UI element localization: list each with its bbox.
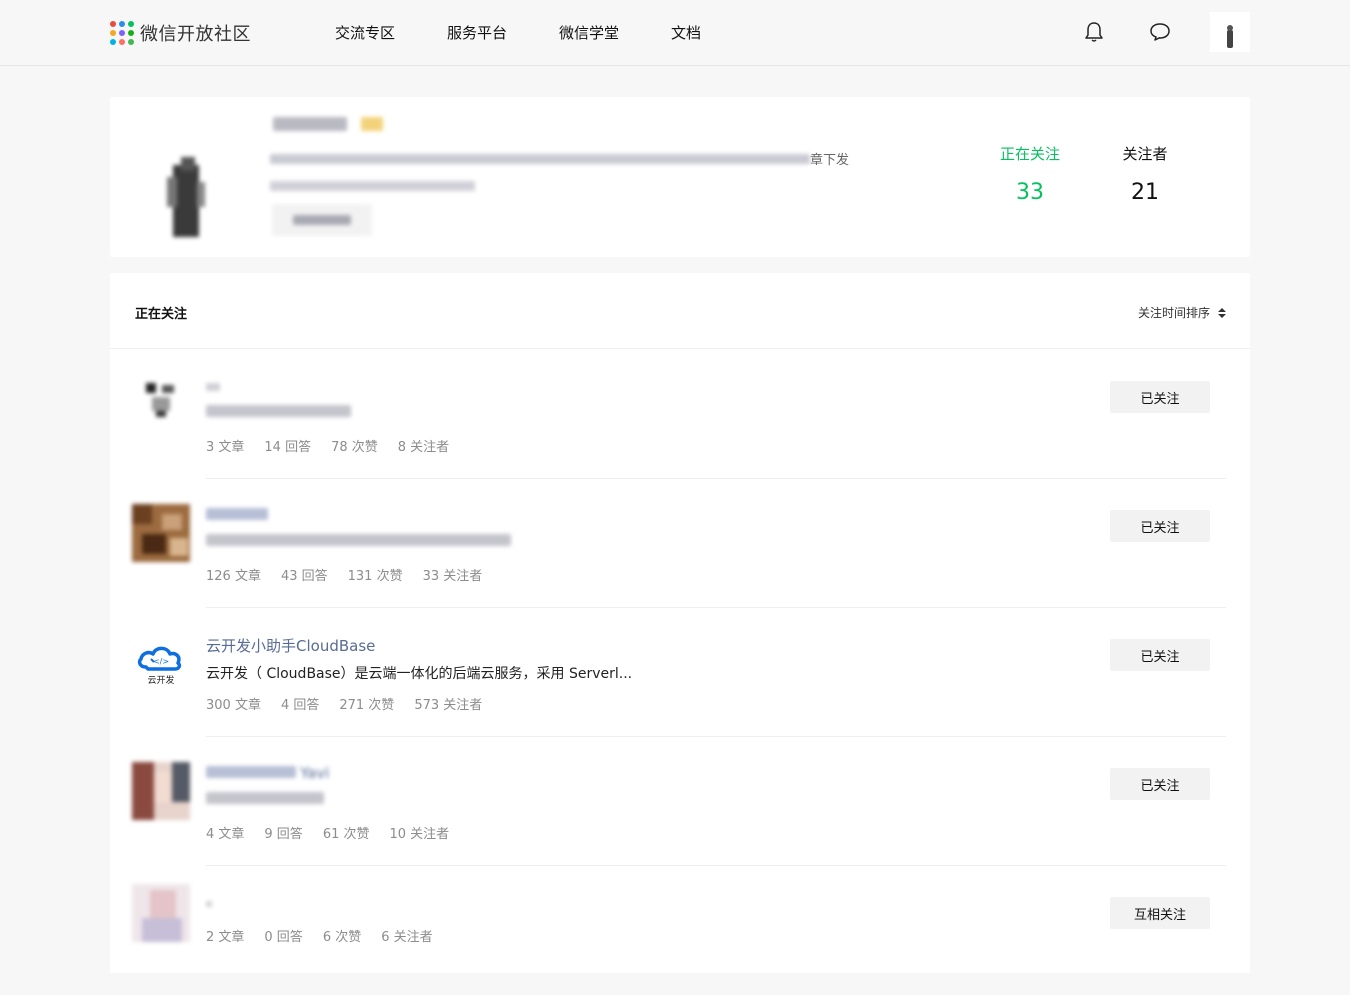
following-list-card: 正在关注 关注时间排序 3 文章 14 回答 78 次赞 8 关注者 已关注 1… bbox=[110, 273, 1250, 973]
chat-bubble-icon[interactable] bbox=[1140, 12, 1180, 52]
article-count: 126 文章 bbox=[206, 569, 261, 584]
bell-icon[interactable] bbox=[1074, 12, 1114, 52]
logo-dots-icon bbox=[110, 21, 134, 45]
user-stats: 2 文章 0 回答 6 次赞 6 关注者 bbox=[206, 926, 453, 945]
article-count: 4 文章 bbox=[206, 827, 245, 842]
list-title: 正在关注 bbox=[135, 307, 188, 322]
article-count: 300 文章 bbox=[206, 698, 261, 713]
user-name[interactable]: 云开发小助手CloudBase bbox=[206, 635, 375, 656]
answer-count: 14 回答 bbox=[264, 440, 312, 455]
user-stats: 300 文章 4 回答 271 次赞 573 关注者 bbox=[206, 694, 502, 713]
following-count: 33 bbox=[1016, 180, 1044, 205]
list-item[interactable]: </> 云开发 云开发小助手CloudBase 云开发（ CloudBase）是… bbox=[110, 608, 1250, 737]
edit-profile-button[interactable] bbox=[272, 204, 372, 236]
sort-arrows-icon bbox=[1218, 307, 1226, 318]
follower-count: 573 关注者 bbox=[414, 698, 483, 713]
user-avatar[interactable] bbox=[132, 762, 190, 820]
mutual-follow-button[interactable]: 互相关注 bbox=[1110, 897, 1210, 929]
user-name[interactable] bbox=[206, 893, 212, 911]
follower-count: 6 关注者 bbox=[381, 930, 433, 945]
nav-item-wechat-academy[interactable]: 微信学堂 bbox=[559, 22, 619, 43]
article-count: 3 文章 bbox=[206, 440, 245, 455]
followed-button[interactable]: 已关注 bbox=[1110, 639, 1210, 671]
cloudbase-avatar[interactable]: </> 云开发 bbox=[132, 633, 190, 691]
current-user-avatar[interactable] bbox=[1210, 12, 1250, 52]
list-item[interactable]: 3 文章 14 回答 78 次赞 8 关注者 已关注 bbox=[110, 350, 1250, 479]
user-bio bbox=[206, 405, 351, 421]
nav-item-exchange[interactable]: 交流专区 bbox=[335, 22, 395, 43]
user-bio bbox=[206, 792, 324, 808]
followers-count: 21 bbox=[1131, 180, 1159, 205]
nav-item-service-platform[interactable]: 服务平台 bbox=[447, 22, 507, 43]
followers-label: 关注者 bbox=[1122, 145, 1168, 163]
like-count: 6 次赞 bbox=[322, 930, 362, 945]
answer-count: 43 回答 bbox=[280, 569, 328, 584]
profile-avatar bbox=[137, 137, 237, 237]
followed-button[interactable]: 已关注 bbox=[1110, 768, 1210, 800]
answer-count: 0 回答 bbox=[264, 930, 303, 945]
user-stats: 4 文章 9 回答 61 次赞 10 关注者 bbox=[206, 823, 469, 842]
wechat-open-community-logo[interactable]: 微信开放社区 bbox=[110, 20, 251, 46]
following-label: 正在关注 bbox=[999, 145, 1060, 163]
like-count: 271 次赞 bbox=[339, 698, 395, 713]
user-bio bbox=[206, 534, 511, 550]
list-item[interactable]: 126 文章 43 回答 131 次赞 33 关注者 已关注 bbox=[110, 479, 1250, 608]
user-name[interactable] bbox=[206, 377, 220, 395]
user-avatar[interactable] bbox=[132, 375, 190, 433]
list-header: 正在关注 关注时间排序 bbox=[110, 273, 1250, 349]
svg-text:</>: </> bbox=[153, 657, 169, 666]
user-bio: 云开发（ CloudBase）是云端一体化的后端云服务，采用 Serverl..… bbox=[206, 666, 633, 682]
cloud-code-icon: </> 云开发 bbox=[137, 646, 182, 686]
follower-count: 8 关注者 bbox=[397, 440, 450, 455]
profile-bio-redacted bbox=[270, 149, 870, 195]
svg-text:云开发: 云开发 bbox=[147, 674, 174, 686]
header-actions bbox=[1074, 12, 1250, 52]
profile-card: 章下发 正在关注 33 关注者 21 bbox=[110, 97, 1250, 257]
list-item[interactable]: 2 文章 0 回答 6 次赞 6 关注者 互相关注 bbox=[110, 866, 1250, 995]
followed-button[interactable]: 已关注 bbox=[1110, 510, 1210, 542]
nav-item-docs[interactable]: 文档 bbox=[671, 22, 701, 43]
answer-count: 4 回答 bbox=[280, 698, 320, 713]
following-stat[interactable]: 正在关注 33 bbox=[998, 143, 1062, 205]
user-stats: 3 文章 14 回答 78 次赞 8 关注者 bbox=[206, 436, 469, 455]
article-count: 2 文章 bbox=[206, 930, 245, 945]
sort-label: 关注时间排序 bbox=[1137, 306, 1210, 320]
user-name[interactable] bbox=[206, 506, 268, 524]
answer-count: 9 回答 bbox=[264, 827, 303, 842]
user-avatar[interactable] bbox=[132, 884, 190, 942]
follower-count: 10 关注者 bbox=[389, 827, 450, 842]
logo-text: 微信开放社区 bbox=[140, 24, 251, 45]
followed-button[interactable]: 已关注 bbox=[1110, 381, 1210, 413]
profile-bio-tail: 章下发 bbox=[810, 153, 850, 168]
like-count: 61 次赞 bbox=[322, 827, 370, 842]
profile-name-redacted bbox=[273, 117, 383, 131]
list-item[interactable]: Yavi 4 文章 9 回答 61 次赞 10 关注者 已关注 bbox=[110, 737, 1250, 866]
followers-stat[interactable]: 关注者 21 bbox=[1115, 143, 1175, 205]
main-nav: 交流专区 服务平台 微信学堂 文档 bbox=[335, 22, 753, 43]
like-count: 78 次赞 bbox=[331, 440, 378, 455]
like-count: 131 次赞 bbox=[347, 569, 403, 584]
user-avatar[interactable] bbox=[132, 504, 190, 562]
sort-dropdown[interactable]: 关注时间排序 bbox=[1138, 304, 1226, 321]
top-navigation-bar: 微信开放社区 交流专区 服务平台 微信学堂 文档 bbox=[0, 0, 1350, 66]
user-name[interactable]: Yavi bbox=[206, 764, 329, 782]
follower-count: 33 关注者 bbox=[422, 569, 483, 584]
user-stats: 126 文章 43 回答 131 次赞 33 关注者 bbox=[206, 565, 502, 584]
